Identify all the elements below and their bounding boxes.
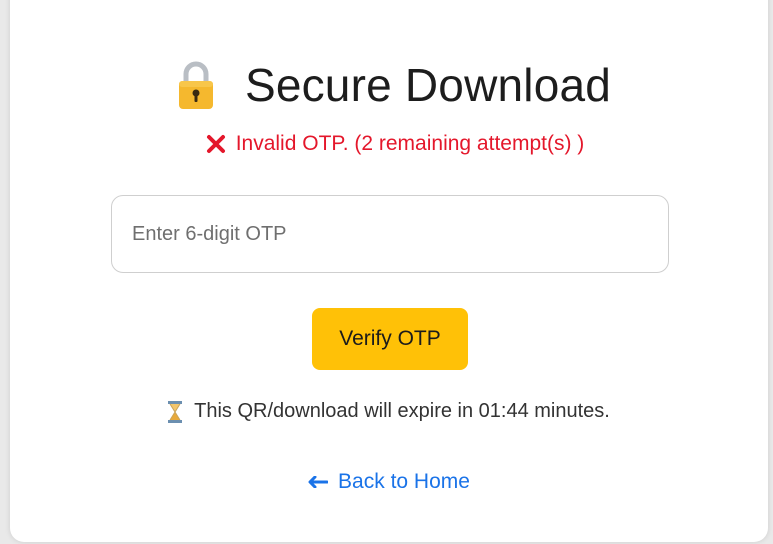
back-link-row: Back to Home [10,470,768,494]
error-text: Invalid OTP. (2 remaining attempt(s) ) [235,132,585,155]
x-icon [206,135,225,153]
error-message: Invalid OTP. (2 remaining attempt(s) ) [10,132,768,156]
verify-otp-button[interactable]: Verify OTP [312,308,468,370]
back-to-home-label: Back to Home [338,470,470,493]
expiry-notice: This QR/download will expire in 01:44 mi… [10,400,768,423]
download-card: Secure Download Invalid OTP. (2 remainin… [10,0,768,542]
page-title: Secure Download [244,59,612,111]
hourglass-icon [168,400,183,423]
title-row: Secure Download [10,58,768,112]
back-to-home-link[interactable]: Back to Home [308,470,470,494]
expiry-text: This QR/download will expire in 01:44 mi… [194,400,610,422]
otp-input[interactable] [111,195,669,273]
lock-icon [178,61,213,109]
arrow-left-icon [308,476,329,488]
